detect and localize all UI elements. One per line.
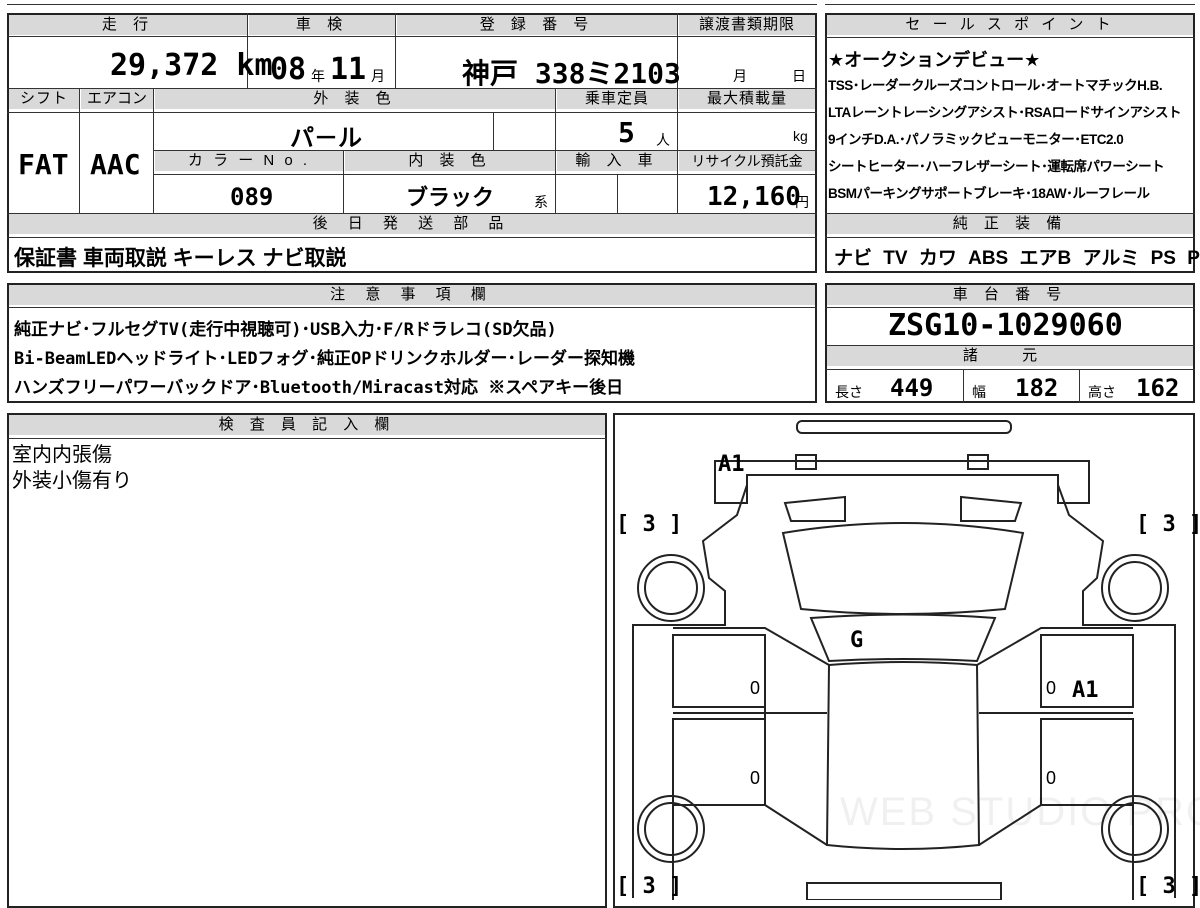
sales-line: LTAレーントレーシングアシスト･RSAロードサインアシスト: [828, 105, 1181, 120]
top-cut-line: [7, 4, 817, 5]
exterior-value: パ－ル: [290, 125, 362, 152]
header-later-parts: 後 日 発 送 部 品: [9, 214, 815, 234]
inspector-line: 室内内張傷: [12, 444, 112, 466]
inspection-month: 11: [330, 52, 367, 87]
tire-mark-front-left: [ 3 ]: [616, 512, 683, 537]
aircon-value: AAC: [90, 148, 141, 181]
transfer-day: 日: [792, 68, 806, 84]
sales-line: BSMパーキングサポートブレーキ･18AW･ルーフレール: [828, 186, 1150, 201]
equipment-items: ナビ TV カワ ABS エアB アルミ PS PW: [834, 248, 1200, 269]
registration-value: 神戸 338ミ2103: [462, 57, 681, 90]
length-value: 449: [890, 374, 934, 402]
door-mark-rear-right: 0: [1046, 768, 1057, 788]
sales-line: 9インチD.A.･パノラミックビューモニター･ETC2.0: [828, 132, 1124, 147]
notes-line: 純正ナビ･フルセグTV(走行中視聴可)･USB入力･F/Rドラレコ(SD欠品): [14, 320, 557, 340]
capacity-unit: 人: [656, 132, 670, 148]
header-aircon: エアコン: [81, 89, 153, 109]
tire-mark-rear-left: [ 3 ]: [616, 874, 683, 899]
color-no-value: 089: [230, 183, 274, 211]
header-max-load: 最大積載量: [679, 89, 815, 109]
damage-mark-windshield: G: [850, 628, 864, 653]
interior-value: ブラック: [406, 185, 495, 210]
header-chassis: 車 台 番 号: [827, 285, 1193, 305]
header-sales-points: セ ー ル ス ポ イ ン ト: [827, 15, 1193, 35]
notes-line: Bi-BeamLEDヘッドライト･LEDフォグ･純正OPドリンクホルダー･レーダ…: [14, 349, 636, 369]
header-notes: 注 意 事 項 欄: [9, 285, 815, 305]
width-label: 幅: [972, 384, 986, 400]
sales-line: シートヒーター･ハーフレザーシート･運転席パワーシート: [828, 159, 1165, 174]
header-color-no: カ ラ ー N o .: [155, 151, 343, 171]
header-capacity: 乗車定員: [557, 89, 677, 109]
height-label: 高さ: [1088, 384, 1116, 400]
inspector-line: 外装小傷有り: [12, 470, 132, 492]
tire-mark-rear-right: [ 3 ]: [1136, 874, 1200, 899]
damage-mark-front-bumper: A1: [718, 452, 745, 477]
inspection-year: 08: [270, 52, 307, 87]
capacity-value: 5: [618, 116, 635, 149]
header-specs: 諸 元: [827, 346, 1193, 366]
header-equipment: 純 正 装 備: [827, 214, 1193, 234]
length-label: 長さ: [835, 384, 863, 400]
sales-line: TSS･レーダークルーズコントロール･オートマチックH.B.: [828, 78, 1163, 93]
door-mark-rear-left: 0: [750, 768, 761, 788]
height-value: 162: [1136, 374, 1180, 402]
header-registration: 登 録 番 号: [397, 15, 677, 35]
shift-value: FAT: [18, 148, 69, 181]
watermark: WEB STUDIO PRO: [840, 790, 1200, 834]
mileage-value: 29,372 km: [110, 48, 273, 83]
inspection-month-unit: 月: [371, 68, 385, 84]
header-transfer-deadline: 譲渡書類期限: [679, 15, 815, 35]
door-mark-front-right: 0: [1046, 678, 1057, 698]
recycle-value: 12,160: [707, 182, 801, 212]
header-recycle: リサイクル預託金: [679, 151, 815, 171]
interior-suffix: 系: [534, 194, 548, 210]
sales-line: ★オークションデビュー★: [828, 50, 1041, 70]
width-value: 182: [1015, 374, 1059, 402]
damage-mark-right-side: A1: [1072, 678, 1099, 703]
recycle-unit: 円: [795, 194, 809, 210]
chassis-value: ZSG10-1029060: [888, 308, 1123, 343]
header-mileage: 走 行: [9, 15, 247, 35]
sales-points-list: ★オークションデビュー★ TSS･レーダークルーズコントロール･オートマチックH…: [828, 46, 1192, 209]
header-exterior-color: 外 装 色: [155, 89, 555, 109]
header-import: 輸 入 車: [557, 151, 677, 171]
transfer-month: 月: [733, 68, 747, 84]
later-parts-value: 保証書 車両取説 キーレス ナビ取説: [14, 247, 347, 270]
max-load-unit: kg: [793, 128, 808, 144]
header-inspector: 検 査 員 記 入 欄: [9, 415, 605, 435]
tire-mark-front-right: [ 3 ]: [1136, 512, 1200, 537]
header-inspection: 車 検: [249, 15, 395, 35]
inspection-year-unit: 年: [311, 68, 325, 84]
door-mark-front-left: 0: [750, 678, 761, 698]
notes-line: ハンズフリーパワーバックドア･Bluetooth/Miracast対応 ※スペア…: [14, 378, 624, 398]
header-interior-color: 内 装 色: [345, 151, 555, 171]
inspector-notes: 室内内張傷 外装小傷有り: [12, 442, 132, 494]
header-shift: シフト: [9, 89, 79, 109]
